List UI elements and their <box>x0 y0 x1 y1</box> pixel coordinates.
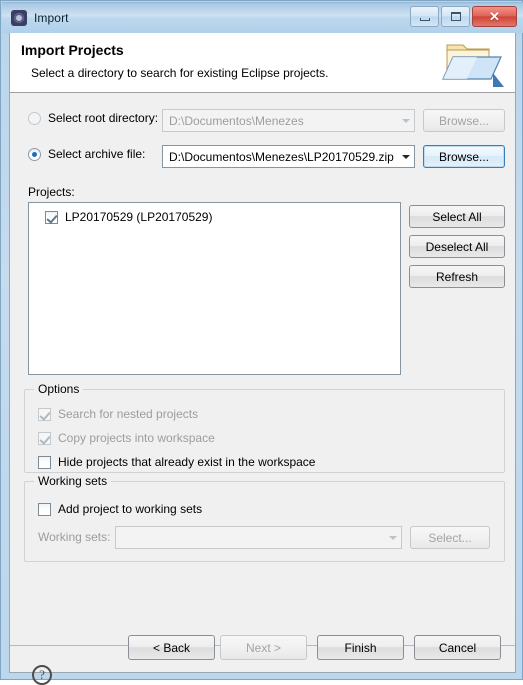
working-sets-combo[interactable] <box>115 526 402 549</box>
list-item[interactable]: LP20170529 (LP20170529) <box>45 210 212 224</box>
working-sets-combo-label: Working sets: <box>38 530 111 544</box>
title-bar[interactable]: Import ✕ <box>2 2 523 33</box>
root-directory-combo[interactable]: D:\Documentos\Menezes <box>162 109 415 132</box>
page-title: Import Projects <box>21 42 124 58</box>
page-subtitle: Select a directory to search for existin… <box>31 66 329 80</box>
chevron-down-icon[interactable] <box>384 535 401 540</box>
root-directory-radio-button[interactable] <box>28 111 41 125</box>
back-button[interactable]: < Back <box>128 635 215 660</box>
wizard-banner: Import Projects Select a directory to se… <box>10 33 515 93</box>
option-hide-existing[interactable]: Hide projects that already exist in the … <box>38 455 315 469</box>
copy-workspace-label: Copy projects into workspace <box>58 431 215 445</box>
working-sets-select-button[interactable]: Select... <box>410 526 490 549</box>
options-group-title: Options <box>34 382 84 396</box>
option-search-nested: Search for nested projects <box>38 407 198 421</box>
root-directory-browse-button[interactable]: Browse... <box>423 109 505 132</box>
search-nested-checkbox <box>38 407 51 421</box>
hide-existing-label: Hide projects that already exist in the … <box>58 455 316 469</box>
maximize-button[interactable] <box>441 6 470 27</box>
chevron-down-icon[interactable] <box>397 154 414 159</box>
archive-file-radio[interactable]: Select archive file: <box>28 147 145 161</box>
close-icon: ✕ <box>489 9 500 24</box>
select-all-button[interactable]: Select All <box>409 205 505 228</box>
window-title: Import <box>34 10 69 25</box>
close-button[interactable]: ✕ <box>472 6 517 27</box>
add-to-working-sets-row[interactable]: Add project to working sets <box>38 502 202 516</box>
add-working-sets-checkbox[interactable] <box>38 502 51 516</box>
root-directory-radio[interactable]: Select root directory: <box>28 111 158 125</box>
working-sets-group-title: Working sets <box>34 474 112 488</box>
hide-existing-checkbox[interactable] <box>38 455 51 469</box>
root-directory-value: D:\Documentos\Menezes <box>169 113 304 128</box>
root-directory-label: Select root directory: <box>48 111 159 125</box>
add-working-sets-label: Add project to working sets <box>58 502 203 516</box>
working-sets-group: Working sets <box>24 474 505 562</box>
next-button[interactable]: Next > <box>220 635 307 660</box>
import-folder-icon <box>441 37 507 89</box>
archive-file-label: Select archive file: <box>48 147 146 161</box>
projects-list[interactable]: LP20170529 (LP20170529) <box>28 202 401 375</box>
cancel-button[interactable]: Cancel <box>414 635 501 660</box>
deselect-all-button[interactable]: Deselect All <box>409 235 505 258</box>
chevron-down-icon[interactable] <box>397 118 414 123</box>
search-nested-label: Search for nested projects <box>58 407 199 421</box>
archive-file-browse-button[interactable]: Browse... <box>423 145 505 168</box>
archive-file-value: D:\Documentos\Menezes\LP20170529.zip <box>169 149 394 164</box>
copy-workspace-checkbox <box>38 431 51 445</box>
projects-label: Projects: <box>28 185 75 199</box>
eclipse-gear-icon <box>11 9 27 26</box>
project-checkbox[interactable] <box>45 210 58 224</box>
archive-file-radio-button[interactable] <box>28 147 41 161</box>
project-label: LP20170529 (LP20170529) <box>65 210 213 224</box>
minimize-icon <box>419 17 430 21</box>
window-controls: ✕ <box>410 6 517 27</box>
option-copy-workspace: Copy projects into workspace <box>38 431 215 445</box>
dialog-client-area: Import Projects Select a directory to se… <box>9 33 516 685</box>
import-dialog-window: Import ✕ Import Projects Select a direct… <box>0 0 523 685</box>
refresh-button[interactable]: Refresh <box>409 265 505 288</box>
minimize-button[interactable] <box>410 6 439 27</box>
maximize-icon <box>450 12 461 21</box>
archive-file-combo[interactable]: D:\Documentos\Menezes\LP20170529.zip <box>162 145 415 168</box>
finish-button[interactable]: Finish <box>317 635 404 660</box>
help-icon[interactable]: ? <box>32 665 52 685</box>
